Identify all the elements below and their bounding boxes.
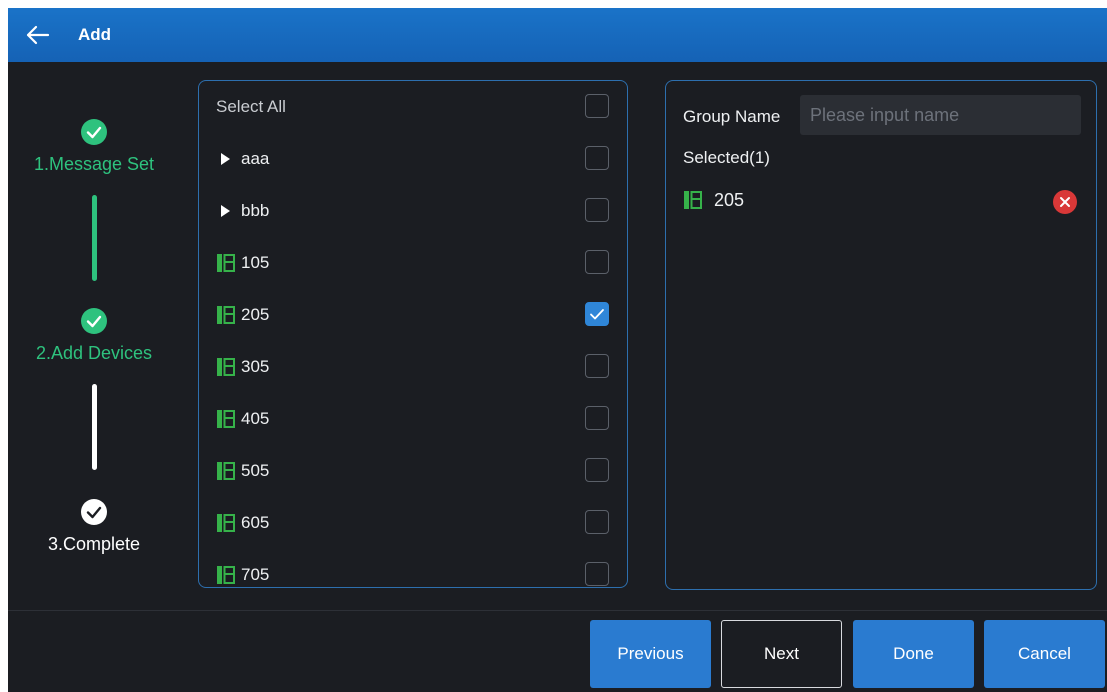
check-circle-icon — [81, 308, 107, 334]
group-name-label: Group Name — [683, 107, 781, 126]
device-row-605[interactable]: 605 — [199, 497, 627, 549]
back-arrow-icon[interactable] — [22, 20, 54, 50]
row-checkbox[interactable] — [585, 458, 609, 482]
intercom-device-icon — [217, 306, 235, 324]
checkmark-icon — [589, 308, 604, 319]
selected-item-205: 205 — [666, 181, 1096, 221]
footer-divider — [8, 610, 1107, 611]
step-connector — [92, 384, 97, 470]
intercom-device-icon — [217, 410, 235, 428]
row-checkbox[interactable] — [585, 250, 609, 274]
group-row-bbb[interactable]: bbb — [199, 185, 627, 237]
intercom-device-icon — [217, 254, 235, 272]
row-checkbox[interactable] — [585, 562, 609, 586]
page-title: Add — [78, 25, 112, 44]
device-name: 205 — [241, 305, 270, 324]
group-row-aaa[interactable]: aaa — [199, 133, 627, 185]
group-name: bbb — [241, 201, 270, 220]
header-bar: Add — [8, 8, 1107, 62]
step-label: 3.Complete — [47, 534, 141, 554]
row-checkbox[interactable] — [585, 406, 609, 430]
device-row-205[interactable]: 205 — [199, 289, 627, 341]
row-checkbox[interactable] — [585, 510, 609, 534]
intercom-device-icon — [684, 191, 702, 209]
intercom-device-icon — [217, 514, 235, 532]
step-connector — [92, 195, 97, 281]
select-all-row[interactable]: Select All — [199, 81, 627, 133]
device-name: 305 — [241, 357, 270, 376]
device-name: 105 — [241, 253, 270, 272]
expand-caret-icon[interactable] — [221, 205, 230, 217]
intercom-device-icon — [217, 358, 235, 376]
done-button[interactable]: Done — [853, 620, 974, 688]
device-name: 605 — [241, 513, 270, 532]
selected-count: Selected(1) — [683, 148, 770, 167]
next-button[interactable]: Next — [721, 620, 842, 688]
cancel-button[interactable]: Cancel — [984, 620, 1105, 688]
select-all-label: Select All — [216, 97, 286, 116]
previous-button[interactable]: Previous — [590, 620, 711, 688]
intercom-device-icon — [217, 462, 235, 480]
device-name: 505 — [241, 461, 270, 480]
select-all-checkbox[interactable] — [585, 94, 609, 118]
row-checkbox-checked[interactable] — [585, 302, 609, 326]
selection-panel: Group Name Selected(1) 205 — [665, 80, 1097, 590]
device-row-305[interactable]: 305 — [199, 341, 627, 393]
device-row-405[interactable]: 405 — [199, 393, 627, 445]
device-row-505[interactable]: 505 — [199, 445, 627, 497]
remove-icon[interactable] — [1052, 189, 1078, 215]
device-name: 705 — [241, 565, 270, 584]
intercom-device-icon — [217, 566, 235, 584]
row-checkbox[interactable] — [585, 146, 609, 170]
row-checkbox[interactable] — [585, 354, 609, 378]
group-name: aaa — [241, 149, 270, 168]
selected-item-name: 205 — [714, 190, 745, 210]
row-checkbox[interactable] — [585, 198, 609, 222]
device-row-105[interactable]: 105 — [199, 237, 627, 289]
check-circle-icon — [81, 499, 107, 525]
device-name: 405 — [241, 409, 270, 428]
expand-caret-icon[interactable] — [221, 153, 230, 165]
app-screen: Add 1.Message Set 2.Add Devices 3.Comple… — [8, 8, 1107, 692]
group-name-input[interactable] — [800, 95, 1081, 135]
step-label: 2.Add Devices — [35, 343, 153, 363]
step-label: 1.Message Set — [33, 154, 155, 174]
device-row-705[interactable]: 705 — [199, 549, 627, 587]
device-list-panel: Select All aaa bbb 105 205 305 405 505 6… — [198, 80, 628, 588]
check-circle-icon — [81, 119, 107, 145]
